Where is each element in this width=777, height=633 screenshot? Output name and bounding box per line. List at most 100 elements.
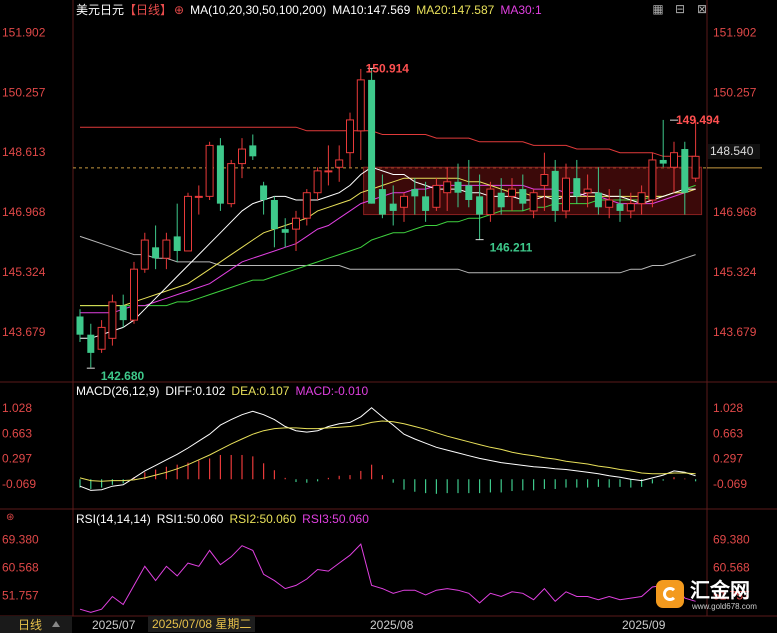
candle-body [378, 189, 386, 215]
candle-body [626, 203, 635, 212]
grid-icon[interactable]: ▦ [650, 2, 666, 16]
macd-diff-line [79, 407, 696, 491]
y-tick-right: 146.968 [713, 205, 757, 219]
candles[interactable] [76, 68, 700, 368]
macd-y-tick-right: 0.663 [713, 426, 743, 440]
macd-dea-line [79, 420, 696, 482]
candle [356, 68, 365, 160]
annotation-label: 149.494 [676, 113, 720, 127]
y-tick-left: 146.968 [2, 205, 46, 219]
close-icon[interactable]: ⊠ [694, 2, 710, 16]
candle-body [670, 152, 678, 168]
date-label-jul: 2025/07 [92, 618, 136, 632]
rsi-y-tick-left: 60.568 [2, 561, 39, 575]
candle-body [659, 159, 667, 164]
candle-body [519, 189, 527, 204]
period-button[interactable]: 日线 [0, 616, 72, 633]
candle-body [411, 189, 419, 197]
macd-diff: DIFF:0.102 [165, 384, 226, 398]
rsi2-value: RSI2:50.060 [229, 512, 297, 526]
candle [313, 167, 322, 200]
candle-body [573, 178, 581, 197]
main-legend: 美元日元【日线】 ⊕ MA(10,20,30,50,100,200) MA10:147… [76, 3, 548, 17]
candle-body [76, 316, 84, 335]
ma-params: MA(10,20,30,50,100,200) [190, 3, 327, 17]
candle-body [227, 163, 236, 205]
candle-body [594, 192, 602, 208]
chart-canvas[interactable]: 151.902151.902150.257150.257148.613148.6… [0, 0, 777, 633]
candle-body [152, 247, 160, 259]
candle [335, 145, 344, 182]
ma200-line [79, 235, 696, 274]
candle-body [260, 185, 268, 200]
settings-icon[interactable]: ⊛ [6, 512, 18, 524]
date-label-selected: 2025/07/08 星期二 [148, 616, 256, 632]
candle [194, 185, 203, 215]
ma20-value: MA20:147.587 [416, 3, 495, 17]
candle [324, 145, 333, 186]
rsi-legend: RSI(14,14,14) RSI1:50.060 RSI2:50.060 RSI3:… [76, 512, 375, 526]
ma100-line [80, 126, 696, 157]
period-button-label: 日线 [18, 618, 43, 632]
candle [270, 196, 278, 248]
candle [87, 323, 95, 368]
candle [205, 141, 214, 200]
date-label-aug: 2025/08 [370, 618, 414, 632]
macd-y-tick-right: -0.069 [713, 477, 747, 491]
macd-value: MACD:-0.010 [295, 384, 369, 398]
candle-body [508, 188, 516, 197]
candle [119, 294, 127, 328]
candle-body [313, 170, 322, 194]
annotation-label: 146.211 [490, 241, 533, 255]
y-tick-left: 151.902 [2, 25, 46, 39]
candle-body [281, 229, 289, 233]
y-tick-left: 143.679 [2, 325, 46, 339]
macd-y-tick-right: 0.297 [713, 452, 743, 466]
candle-body [140, 239, 149, 270]
watermark: 汇金网 www.gold678.com [656, 578, 774, 612]
macd-y-tick-left: -0.069 [2, 477, 36, 491]
macd-y-tick-left: 0.663 [2, 426, 32, 440]
candle-body [540, 174, 549, 186]
candle-body [529, 192, 538, 212]
gold678-logo-icon [656, 580, 684, 608]
minus-icon[interactable]: ⊟ [672, 2, 688, 16]
candle [346, 112, 354, 168]
candle [108, 294, 117, 346]
candle-body [205, 144, 214, 197]
macd-dea: DEA:0.107 [231, 384, 290, 398]
candle [184, 192, 192, 252]
candle-body [551, 170, 559, 211]
y-tick-right: 151.902 [713, 25, 757, 39]
moving-average-lines [79, 126, 696, 339]
candle-body [454, 181, 462, 193]
candle [162, 232, 171, 270]
candle-body [443, 181, 452, 194]
candle [173, 203, 181, 262]
candle [260, 181, 268, 215]
y-tick-left: 148.613 [2, 145, 46, 159]
watermark-brand: 汇金网 [690, 580, 750, 602]
candle-body [368, 79, 376, 204]
candle-body [162, 239, 171, 259]
candle [238, 138, 246, 179]
y-tick-left: 145.324 [2, 265, 46, 279]
candle [227, 159, 236, 208]
rsi-params: RSI(14,14,14) [76, 512, 151, 526]
candle-body [562, 177, 570, 212]
candle-body [335, 159, 344, 168]
candle [281, 218, 289, 248]
candle [302, 189, 311, 226]
candle [130, 261, 138, 324]
candle-body [346, 119, 354, 154]
rsi1-value: RSI1:50.060 [156, 512, 224, 526]
add-indicator-icon[interactable]: ⊕ [174, 3, 184, 17]
rsi-y-tick-left: 51.757 [2, 589, 39, 603]
candle-body [324, 170, 333, 173]
candle [368, 68, 376, 204]
symbol-name[interactable]: 美元日元 [76, 3, 124, 17]
ma30-value: MA30:1 [500, 3, 542, 17]
period-label[interactable]: 【日线】 [124, 3, 172, 17]
annotation-label: 142.680 [101, 369, 145, 383]
ma10-value: MA10:147.569 [332, 3, 411, 17]
